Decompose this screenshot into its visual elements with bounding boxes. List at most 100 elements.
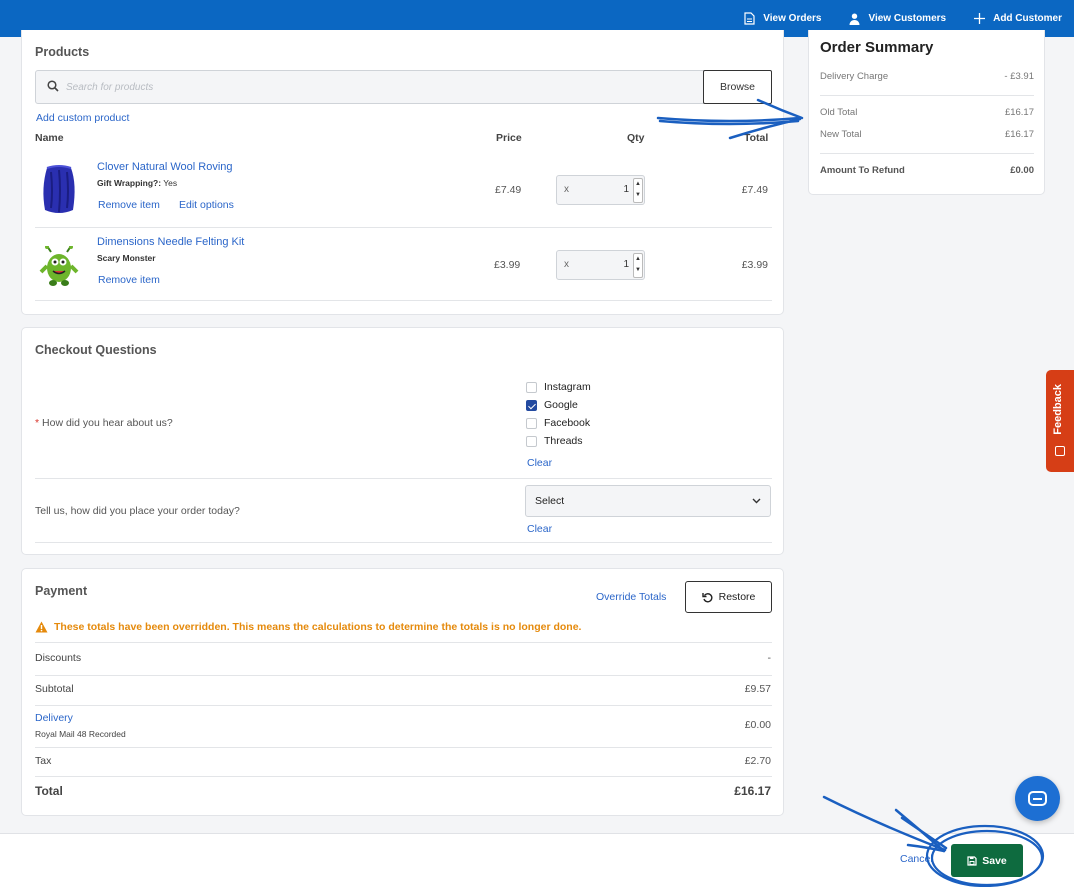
divider (35, 747, 772, 748)
quantity-spin-buttons[interactable]: ▲ ▼ (633, 178, 643, 203)
option-label: Google (544, 399, 578, 411)
override-totals-link[interactable]: Override Totals (596, 591, 666, 603)
checkbox-google[interactable] (526, 399, 537, 411)
quantity-spin-buttons[interactable]: ▲ ▼ (633, 253, 643, 278)
view-orders-link[interactable]: View Orders (744, 12, 821, 25)
restore-button[interactable]: Restore (685, 581, 772, 613)
required-marker: * (35, 417, 40, 429)
discounts-label: Discounts (35, 652, 82, 664)
option-google[interactable]: Google (526, 399, 578, 411)
column-header-qty: Qty (627, 132, 645, 144)
chat-button[interactable] (1015, 776, 1060, 821)
option-threads[interactable]: Threads (526, 435, 583, 447)
product-row: Clover Natural Wool Roving Gift Wrapping… (35, 150, 772, 228)
total-label: Total (35, 784, 63, 798)
browse-button[interactable]: Browse (703, 70, 772, 104)
product-search: Browse (35, 70, 772, 104)
undo-icon (701, 592, 713, 602)
quantity-value: 1 (623, 184, 629, 195)
feedback-tab[interactable]: Feedback (1046, 370, 1074, 472)
feedback-label: Feedback (1052, 384, 1064, 435)
quantity-value: 1 (623, 259, 629, 270)
add-customer-label: Add Customer (993, 13, 1062, 24)
remove-item-link[interactable]: Remove item (98, 199, 160, 211)
warning-text: These totals have been overridden. This … (54, 621, 582, 633)
chevron-down-icon (752, 498, 761, 504)
summary-amount-to-refund: Amount To Refund £0.00 (820, 165, 1034, 176)
order-method-select[interactable]: Select (525, 485, 771, 517)
divider (35, 705, 772, 706)
summary-new-total: New Total £16.17 (820, 129, 1034, 140)
quantity-stepper[interactable]: x 1 ▲ ▼ (556, 250, 645, 280)
products-title: Products (35, 45, 90, 59)
product-name[interactable]: Dimensions Needle Felting Kit (97, 236, 244, 248)
summary-value: £16.17 (1004, 129, 1034, 140)
product-thumbnail-monster (39, 246, 79, 286)
quantity-prefix: x (564, 184, 569, 195)
product-name[interactable]: Clover Natural Wool Roving (97, 161, 233, 173)
divider (35, 478, 772, 479)
product-search-input[interactable] (66, 76, 666, 98)
product-option-value: Scary Monster (97, 253, 156, 263)
tax-value: £2.70 (744, 755, 771, 767)
product-option-value: Yes (163, 178, 178, 188)
product-row: Dimensions Needle Felting Kit Scary Mons… (35, 228, 772, 301)
question-order-method: Tell us, how did you place your order to… (35, 505, 240, 517)
select-value: Select (535, 495, 565, 507)
document-icon (744, 12, 755, 25)
add-custom-product-link[interactable]: Add custom product (36, 112, 129, 124)
checkbox-threads[interactable] (526, 435, 537, 447)
remove-item-link[interactable]: Remove item (98, 274, 160, 286)
summary-label: Amount To Refund (820, 165, 905, 176)
summary-value: £16.17 (1004, 107, 1034, 118)
view-customers-label: View Customers (868, 13, 947, 24)
summary-old-total: Old Total £16.17 (820, 107, 1034, 118)
save-icon (967, 855, 977, 866)
column-header-total: Total (744, 132, 769, 144)
clear-link[interactable]: Clear (527, 523, 552, 535)
save-button[interactable]: Save (951, 844, 1023, 877)
add-customer-link[interactable]: Add Customer (974, 13, 1062, 24)
discounts-value: - (767, 652, 772, 664)
restore-label: Restore (718, 591, 756, 603)
checkout-questions-title: Checkout Questions (35, 343, 157, 357)
save-label: Save (982, 854, 1007, 867)
product-option-key: Gift Wrapping?: (97, 178, 162, 188)
view-orders-label: View Orders (763, 13, 822, 24)
summary-label: Delivery Charge (820, 71, 889, 82)
edit-options-link[interactable]: Edit options (179, 199, 234, 211)
product-option: Gift Wrapping?: Yes (97, 178, 177, 188)
checkbox-facebook[interactable] (526, 417, 537, 429)
quantity-stepper[interactable]: x 1 ▲ ▼ (556, 175, 645, 205)
option-label: Threads (544, 435, 583, 447)
chat-icon (1028, 791, 1047, 806)
user-icon (849, 13, 860, 25)
product-thumbnail-wool (43, 165, 75, 213)
delivery-link[interactable]: Delivery (35, 712, 73, 724)
view-customers-link[interactable]: View Customers (849, 13, 946, 25)
summary-value: - £3.91 (1004, 71, 1034, 82)
product-total: £3.99 (741, 259, 768, 271)
checkbox-instagram[interactable] (526, 381, 537, 393)
payment-title: Payment (35, 584, 88, 598)
clear-link[interactable]: Clear (527, 457, 552, 469)
delivery-method: Royal Mail 48 Recorded (35, 729, 126, 739)
option-instagram[interactable]: Instagram (526, 381, 591, 393)
total-value: £16.17 (734, 784, 771, 798)
payment-card: Payment Override Totals Restore These to… (21, 568, 784, 816)
product-total: £7.49 (741, 184, 768, 196)
summary-value: £0.00 (1010, 165, 1034, 176)
order-summary-title: Order Summary (820, 39, 934, 56)
cancel-button[interactable]: Cancel (900, 853, 933, 865)
summary-label: New Total (820, 129, 862, 140)
option-facebook[interactable]: Facebook (526, 417, 590, 429)
column-header-name: Name (35, 132, 64, 144)
question-text: How did you hear about us? (42, 417, 173, 429)
subtotal-value: £9.57 (744, 683, 771, 695)
product-price: £7.49 (495, 184, 522, 196)
product-price: £3.99 (494, 259, 521, 271)
divider (35, 776, 772, 777)
subtotal-label: Subtotal (35, 683, 74, 695)
summary-delivery-charge: Delivery Charge - £3.91 (820, 71, 1034, 82)
search-icon (47, 80, 59, 92)
